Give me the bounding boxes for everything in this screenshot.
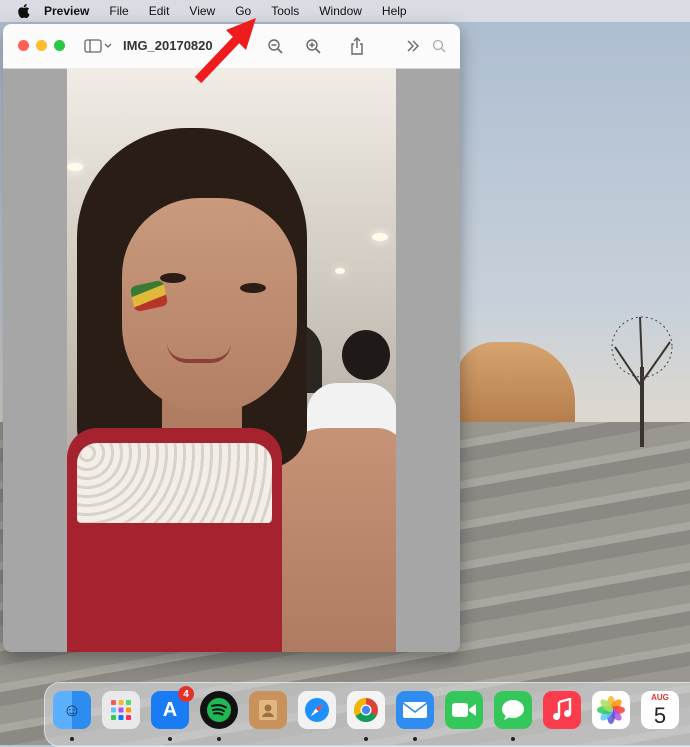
minimize-window-button[interactable]: [36, 40, 47, 51]
dock-facetime[interactable]: [445, 691, 483, 729]
image-canvas[interactable]: [67, 68, 396, 652]
dock-calendar[interactable]: AUG 5: [641, 691, 679, 729]
share-icon: [351, 37, 363, 55]
running-indicator: [217, 737, 221, 741]
dock-contacts[interactable]: [249, 691, 287, 729]
dock-photos[interactable]: [592, 691, 630, 729]
apple-menu-icon[interactable]: [16, 3, 32, 19]
wallpaper-tree: [611, 316, 673, 447]
zoom-in-icon: [306, 39, 321, 54]
dock-finder[interactable]: ☺: [53, 691, 91, 729]
zoom-window-button[interactable]: [54, 40, 65, 51]
music-icon: [553, 698, 572, 720]
facetime-icon: [452, 703, 476, 717]
running-indicator: [413, 737, 417, 741]
photo-subject-lace: [77, 443, 272, 523]
search-icon: [432, 39, 446, 53]
photo-background-person-head: [342, 330, 390, 380]
app-store-icon: A: [162, 698, 178, 721]
photo-subject-eye: [160, 273, 186, 283]
photo-subject-eye: [240, 283, 266, 293]
dock-launchpad[interactable]: [102, 691, 140, 729]
search-button[interactable]: [429, 36, 449, 56]
annotation-arrow-icon: [194, 18, 256, 84]
notification-badge: 4: [178, 686, 194, 702]
dock-safari[interactable]: [298, 691, 336, 729]
close-window-button[interactable]: [18, 40, 29, 51]
photo-ceiling-light: [335, 268, 345, 274]
menu-edit[interactable]: Edit: [149, 4, 170, 18]
spotify-icon: [207, 698, 231, 722]
contacts-icon: [259, 700, 277, 720]
sidebar-toggle-button[interactable]: [83, 36, 113, 56]
menu-help[interactable]: Help: [382, 4, 407, 18]
finder-icon: ☺: [62, 699, 82, 720]
chevron-double-right-icon: [407, 40, 419, 52]
running-indicator: [168, 737, 172, 741]
dock-messages[interactable]: [494, 691, 532, 729]
dock-chrome[interactable]: [347, 691, 385, 729]
safari-icon: [305, 698, 329, 722]
dock: ☺ A 4 AUG 5: [44, 682, 690, 747]
menu-bar: Preview File Edit View Go Tools Window H…: [0, 0, 690, 22]
dock-music[interactable]: [543, 691, 581, 729]
dock-mail[interactable]: [396, 691, 434, 729]
calendar-day: 5: [653, 703, 667, 728]
photo-ceiling-light: [372, 233, 388, 241]
sidebar-icon: [84, 39, 112, 53]
photo-subject-smile: [167, 343, 231, 363]
menu-window[interactable]: Window: [319, 4, 362, 18]
zoom-in-button[interactable]: [303, 36, 323, 56]
running-indicator: [70, 737, 74, 741]
calendar-month: AUG: [651, 693, 669, 702]
photos-icon: [597, 696, 625, 724]
menu-app-name[interactable]: Preview: [44, 4, 89, 18]
toolbar-overflow-button[interactable]: [403, 36, 423, 56]
running-indicator: [511, 737, 515, 741]
launchpad-icon: [111, 700, 131, 720]
dock-spotify[interactable]: [200, 691, 238, 729]
chrome-icon: [353, 698, 378, 723]
running-indicator: [364, 737, 368, 741]
menu-tools[interactable]: Tools: [271, 4, 299, 18]
menu-file[interactable]: File: [109, 4, 128, 18]
photo-ceiling-light: [67, 163, 83, 171]
mail-icon: [402, 702, 428, 718]
dock-app-store[interactable]: A 4: [151, 686, 194, 729]
share-button[interactable]: [347, 36, 367, 56]
messages-icon: [502, 700, 524, 720]
